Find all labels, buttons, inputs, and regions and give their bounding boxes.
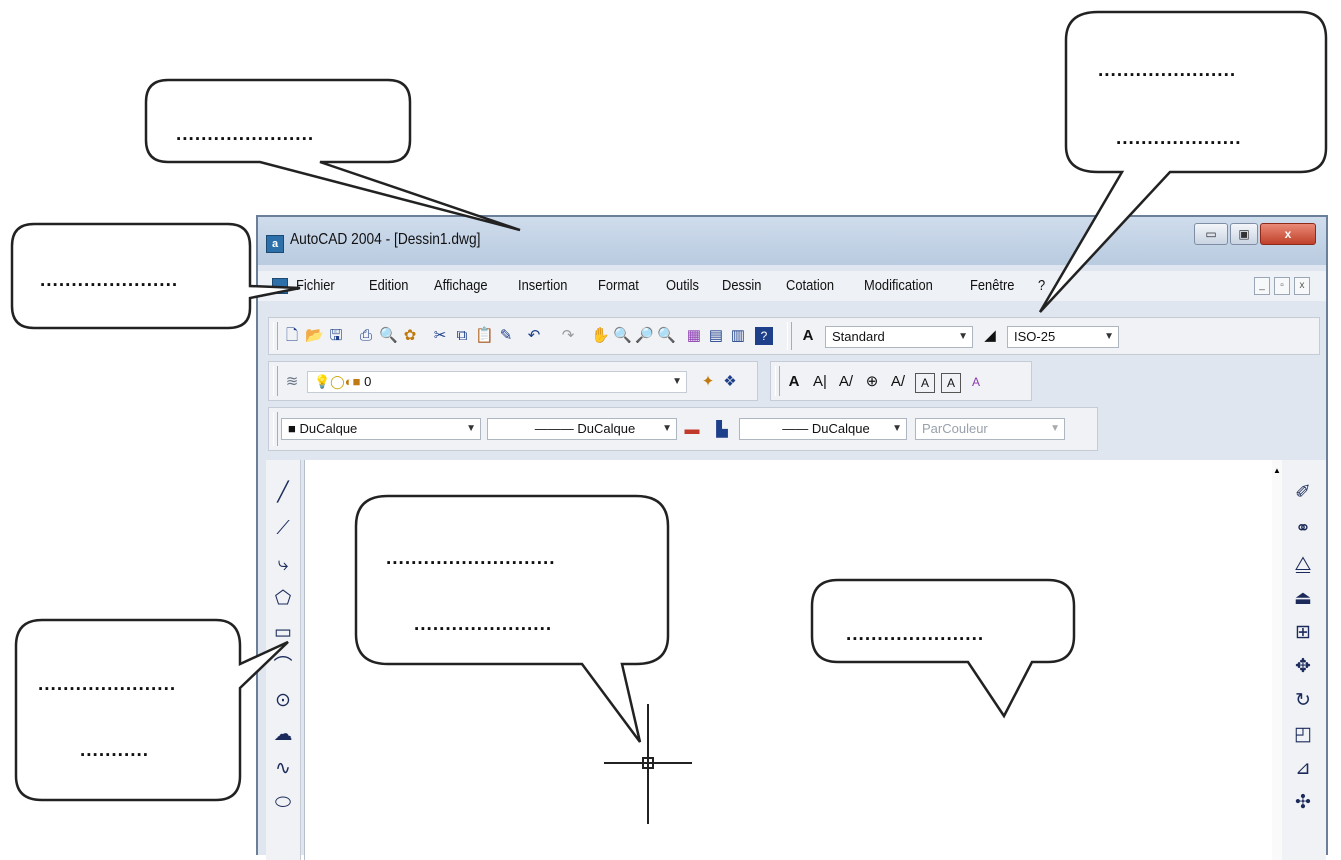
callout-title-bar [144, 78, 521, 232]
callout-draw-toolbar-text-2: ........... [80, 740, 150, 761]
autocad-annotated-screenshot: a AutoCAD 2004 - [Dessin1.dwg] ▭ ▣ x Fic… [0, 0, 1341, 860]
callout-styles-text-2: .................... [1116, 128, 1242, 149]
callout-title-bar-text: ...................... [176, 124, 315, 145]
callout-menu-bar-text: ...................... [40, 270, 179, 291]
callout-draw-toolbar-text-1: ...................... [38, 674, 177, 695]
callout-crosshair-text-1: ........................... [386, 548, 556, 569]
callout-styles [1038, 10, 1328, 313]
callout-drawing-area-text: ...................... [846, 624, 985, 645]
callout-drawing-area [810, 578, 1076, 719]
callout-crosshair-text-2: ...................... [414, 614, 553, 635]
callout-draw-toolbar [14, 618, 289, 802]
callout-styles-text-1: ...................... [1098, 60, 1237, 81]
